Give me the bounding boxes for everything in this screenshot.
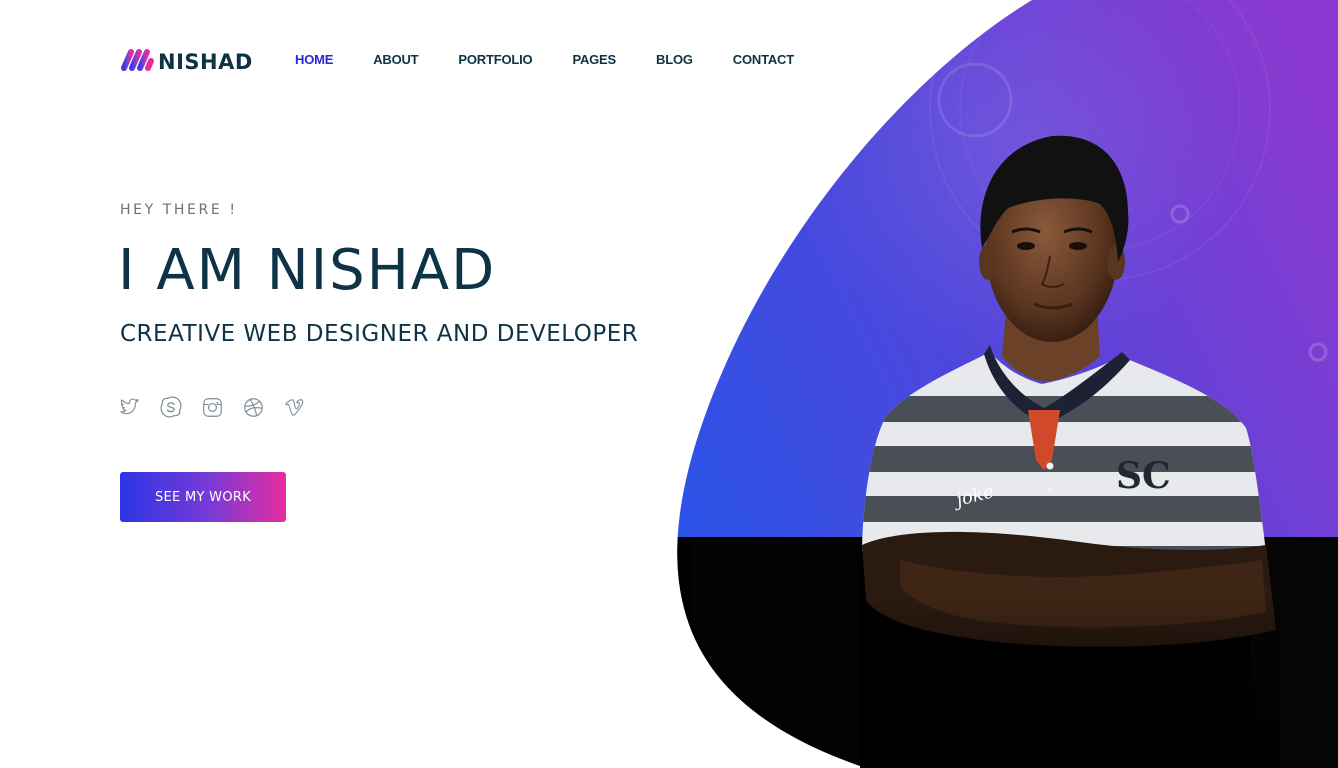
dribbble-icon: [243, 397, 263, 417]
hero-greeting: HEY THERE !: [120, 202, 238, 218]
vimeo-link[interactable]: [283, 396, 305, 418]
main-nav: HOME ABOUT PORTFOLIO PAGES BLOG CONTACT: [295, 52, 834, 68]
dribbble-link[interactable]: [242, 396, 264, 418]
hero-visual: SC joke: [677, 0, 1338, 768]
twitter-link[interactable]: [119, 396, 141, 418]
instagram-icon: [202, 397, 222, 417]
landing-page: SC joke NISHAD HOME ABOUT PORTFOLIO PAGE…: [0, 0, 1338, 768]
gradient-blob: [677, 0, 1338, 768]
vimeo-icon: [285, 399, 304, 416]
skype-icon: [160, 396, 182, 418]
nav-pages[interactable]: PAGES: [572, 52, 616, 68]
instagram-link[interactable]: [201, 396, 223, 418]
nav-contact[interactable]: CONTACT: [733, 52, 794, 68]
brand-logo[interactable]: NISHAD: [120, 46, 253, 74]
twitter-icon: [120, 398, 139, 415]
shirt-word-text: joke: [950, 481, 996, 512]
hero-title: I AM NISHAD: [118, 238, 497, 303]
skype-link[interactable]: [160, 396, 182, 418]
nav-blog[interactable]: BLOG: [656, 52, 693, 68]
brand-name: NISHAD: [158, 49, 253, 74]
see-my-work-button[interactable]: SEE MY WORK: [120, 472, 286, 522]
logo-mark-icon: [121, 49, 154, 71]
social-links: [119, 396, 324, 418]
hero-subtitle: CREATIVE WEB DESIGNER AND DEVELOPER: [120, 321, 639, 347]
shirt-logo-text: SC: [1116, 455, 1171, 497]
nav-home[interactable]: HOME: [295, 52, 333, 68]
nav-portfolio[interactable]: PORTFOLIO: [458, 52, 532, 68]
nav-about[interactable]: ABOUT: [373, 52, 418, 68]
portrait-photo: SC joke: [860, 135, 1280, 768]
